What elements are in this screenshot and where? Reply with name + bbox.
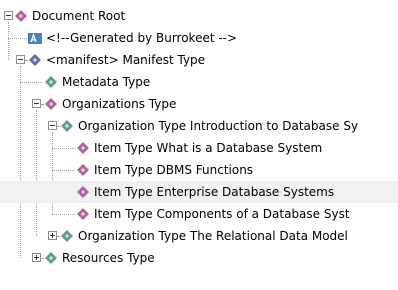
tree-item[interactable]: Organization Type The Relational Data Mo… <box>0 225 398 247</box>
tree-item[interactable]: Organizations Type <box>0 93 398 115</box>
tree-item-label: Organizations Type <box>62 97 177 111</box>
expand-toggle-icon[interactable] <box>32 253 41 262</box>
pink-diamond-icon <box>13 8 29 24</box>
tree-item[interactable]: Resources Type <box>0 247 398 269</box>
tree-item-label: <manifest> Manifest Type <box>46 53 206 67</box>
pink-diamond-icon <box>75 140 91 156</box>
tree-item[interactable]: Item Type What is a Database System <box>0 137 398 159</box>
tree-item-label: Item Type Enterprise Database Systems <box>94 185 335 199</box>
teal-diamond-icon <box>59 118 75 134</box>
tree-item[interactable]: Organization Type Introduction to Databa… <box>0 115 398 137</box>
tree-item[interactable]: Metadata Type <box>0 71 398 93</box>
pink-diamond-icon <box>75 184 91 200</box>
pink-diamond-icon <box>43 96 59 112</box>
tree-item-label: <!--Generated by Burrokeet --> <box>46 31 238 45</box>
tree-item-label: Resources Type <box>62 251 155 265</box>
blue-diamond-icon <box>27 52 43 68</box>
pink-diamond-icon <box>75 206 91 222</box>
teal-diamond-icon <box>43 74 59 90</box>
tree-item[interactable]: <!--Generated by Burrokeet --> <box>0 27 398 49</box>
tree-item-label: Document Root <box>32 9 126 23</box>
tree-item[interactable]: Item Type Enterprise Database Systems <box>0 181 398 203</box>
tree-item-label: Organization Type The Relational Data Mo… <box>78 229 348 243</box>
tree-item-label: Metadata Type <box>62 75 151 89</box>
collapse-toggle-icon[interactable] <box>4 11 13 20</box>
collapse-toggle-icon[interactable] <box>48 121 57 130</box>
tree-item[interactable]: Document Root <box>0 5 398 27</box>
tree-item[interactable]: <manifest> Manifest Type <box>0 49 398 71</box>
tree-item[interactable]: Item Type DBMS Functions <box>0 159 398 181</box>
tree-item-label: Organization Type Introduction to Databa… <box>78 119 359 133</box>
teal-diamond-icon <box>43 250 59 266</box>
pink-diamond-icon <box>75 162 91 178</box>
document-tree: Document Root <!--Generated by Burrokeet … <box>0 0 398 290</box>
expand-toggle-icon[interactable] <box>48 231 57 240</box>
collapse-toggle-icon[interactable] <box>32 99 41 108</box>
tree-item-label: Item Type Components of a Database Syst <box>94 207 350 221</box>
tree-item[interactable]: Item Type Components of a Database Syst <box>0 203 398 225</box>
comment-icon <box>27 30 43 46</box>
collapse-toggle-icon[interactable] <box>16 55 25 64</box>
tree-item-label: Item Type What is a Database System <box>94 141 323 155</box>
teal-diamond-icon <box>59 228 75 244</box>
tree-item-label: Item Type DBMS Functions <box>94 163 254 177</box>
